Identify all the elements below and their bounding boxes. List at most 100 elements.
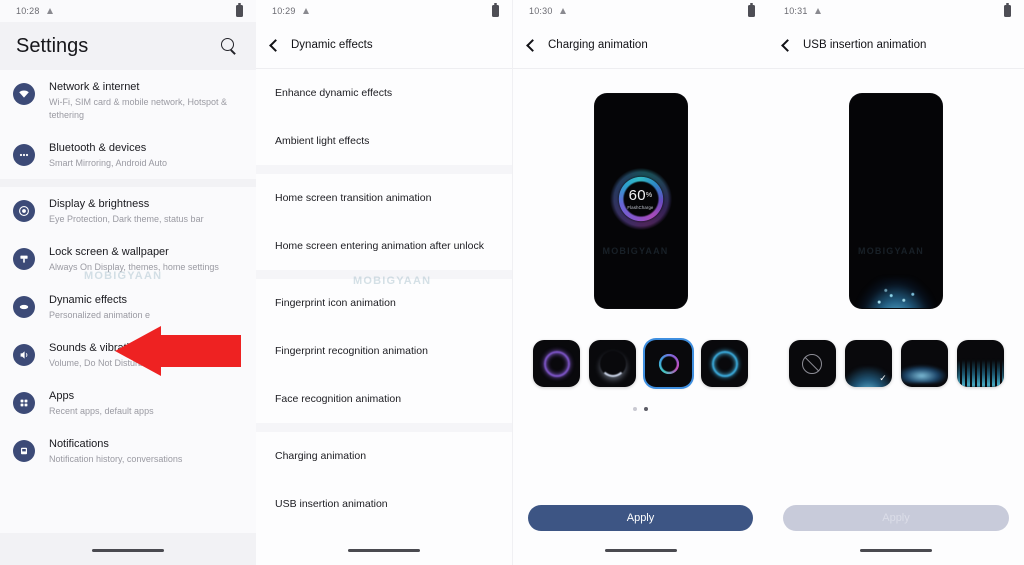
settings-item-subtitle: Wi-Fi, SIM card & mobile network, Hotspo…	[49, 97, 228, 120]
preview-area: MOBIGYAAN	[768, 69, 1024, 308]
sidebar-item-network-internet[interactable]: Network & internet Wi-Fi, SIM card & mob…	[0, 70, 256, 131]
thumbnail-white-arc-style[interactable]	[589, 340, 636, 387]
settings-header: Settings	[0, 22, 256, 70]
panel-dynamic-effects: 10:29 Dynamic effects Enhance dynamic ef…	[256, 0, 512, 565]
thumbnail-cyan-flame-style[interactable]	[956, 340, 1004, 387]
watermark: MOBIGYAAN	[858, 246, 924, 256]
back-chevron-icon[interactable]	[526, 38, 539, 52]
thumbnail-none-style[interactable]	[788, 340, 836, 387]
sub-header: Charging animation	[513, 22, 768, 68]
sidebar-item-display-brightness[interactable]: Display & brightness Eye Protection, Dar…	[0, 187, 256, 235]
multicolor-ring-icon	[654, 349, 683, 378]
sidebar-item-bluetooth-devices[interactable]: Bluetooth & devices Smart Mirroring, And…	[0, 131, 256, 179]
sounds-vibration-icon	[13, 344, 35, 366]
status-bar-left: 10:28	[16, 6, 53, 16]
check-icon: ✓	[879, 373, 887, 383]
status-time: 10:29	[272, 6, 296, 16]
dynamic-effects-icon	[13, 296, 35, 318]
option-enhance-dynamic-effects[interactable]: Enhance dynamic effects	[256, 69, 512, 117]
option-fingerprint-icon-animation[interactable]: Fingerprint icon animation	[256, 279, 512, 327]
status-bar: 10:28	[0, 0, 256, 22]
apply-button-area: Apply	[768, 505, 1024, 531]
settings-item-title: Apps	[49, 390, 75, 402]
notifications-icon	[13, 440, 35, 462]
list-group-divider	[256, 423, 512, 432]
thumbnail-cyan-ring-style[interactable]	[701, 340, 748, 387]
wifi-icon	[13, 83, 35, 105]
usb-spark-particles	[866, 280, 926, 306]
apply-button-area: Apply	[513, 505, 768, 531]
white-arc-icon	[599, 351, 626, 378]
sub-header: USB insertion animation	[768, 22, 1024, 68]
display-brightness-icon	[13, 200, 35, 222]
settings-item-subtitle: Notification history, conversations	[49, 454, 183, 464]
sidebar-item-sounds-vibration[interactable]: Sounds & vibration Volume, Do Not Distur…	[0, 331, 256, 379]
settings-item-text: Sounds & vibration Volume, Do Not Distur…	[49, 341, 168, 370]
apply-button-disabled: Apply	[783, 505, 1009, 531]
options-list: Enhance dynamic effects Ambient light ef…	[256, 69, 512, 528]
settings-item-title: Bluetooth & devices	[49, 142, 147, 154]
option-fingerprint-recognition-animation[interactable]: Fingerprint recognition animation	[256, 327, 512, 375]
sidebar-item-notifications[interactable]: Notifications Notification history, conv…	[0, 427, 256, 475]
battery-icon	[236, 3, 243, 17]
no-animation-icon	[802, 353, 822, 374]
thumbnail-purple-ring-style[interactable]	[533, 340, 580, 387]
bluetooth-devices-icon	[13, 144, 35, 166]
apply-button[interactable]: Apply	[528, 505, 753, 531]
status-time: 10:28	[16, 6, 40, 16]
back-chevron-icon[interactable]	[269, 38, 282, 52]
settings-item-text: Notifications Notification history, conv…	[49, 437, 182, 466]
purple-ring-icon	[543, 350, 570, 377]
settings-item-text: Network & internet Wi-Fi, SIM card & mob…	[49, 80, 242, 122]
settings-item-text: Apps Recent apps, default apps	[49, 389, 154, 418]
settings-item-title: Display & brightness	[49, 198, 150, 210]
settings-item-subtitle: Always On Display, themes, home settings	[49, 262, 219, 272]
option-home-screen-transition-animation[interactable]: Home screen transition animation	[256, 174, 512, 222]
status-bar: 10:29	[256, 0, 512, 22]
thumbnail-multicolor-ring-style[interactable]	[645, 340, 692, 387]
thumbnail-cyan-wave-style[interactable]	[900, 340, 948, 387]
pager-dot[interactable]	[633, 407, 637, 411]
panel-charging-animation: 10:30 Charging animation 60% FlashCharge…	[512, 0, 768, 565]
watermark: MOBIGYAAN	[602, 246, 669, 256]
sidebar-item-lock-screen-wallpaper[interactable]: Lock screen & wallpaper Always On Displa…	[0, 235, 256, 283]
cyan-ring-icon	[711, 350, 738, 377]
page-title: Dynamic effects	[291, 39, 373, 51]
screenshot-strip: 10:28 Settings Network & internet Wi-Fi,…	[0, 0, 1024, 565]
page-title: USB insertion animation	[803, 39, 927, 51]
home-indicator[interactable]	[92, 549, 164, 552]
settings-item-title: Lock screen & wallpaper	[49, 246, 169, 258]
option-usb-insertion-animation[interactable]: USB insertion animation	[256, 480, 512, 528]
percent-number: 60	[628, 187, 646, 204]
option-face-recognition-animation[interactable]: Face recognition animation	[256, 375, 512, 423]
apps-icon	[13, 392, 35, 414]
battery-icon	[1004, 3, 1011, 17]
settings-item-text: Dynamic effects Personalized animation e	[49, 293, 150, 322]
back-chevron-icon[interactable]	[781, 38, 794, 52]
settings-item-title: Dynamic effects	[49, 294, 128, 306]
thumbnail-cyan-particles-style[interactable]: ✓	[844, 340, 892, 387]
settings-item-title: Sounds & vibration	[49, 342, 142, 354]
page-title: Charging animation	[548, 39, 648, 51]
style-thumbnail-list	[513, 340, 768, 387]
home-indicator[interactable]	[348, 549, 420, 552]
panel-usb-insertion-animation: 10:31 USB insertion animation MOBIGYAAN	[768, 0, 1024, 565]
phone-preview: MOBIGYAAN	[850, 94, 942, 308]
option-home-screen-entering-animation[interactable]: Home screen entering animation after unl…	[256, 222, 512, 270]
option-charging-animation[interactable]: Charging animation	[256, 432, 512, 480]
sidebar-item-apps[interactable]: Apps Recent apps, default apps	[0, 379, 256, 427]
cyan-flame-icon	[956, 357, 1004, 387]
list-group-divider	[0, 179, 256, 187]
battery-icon	[748, 3, 755, 17]
sidebar-item-dynamic-effects[interactable]: Dynamic effects Personalized animation e	[0, 283, 256, 331]
flashcharge-label: FlashCharge	[627, 205, 654, 210]
triangle-signal-icon	[302, 8, 309, 14]
pager-dot-active[interactable]	[644, 407, 648, 411]
status-bar: 10:30	[513, 0, 768, 22]
search-icon[interactable]	[220, 37, 238, 55]
home-indicator[interactable]	[860, 549, 932, 552]
home-indicator[interactable]	[604, 549, 677, 552]
option-ambient-light-effects[interactable]: Ambient light effects	[256, 117, 512, 165]
percent-unit: %	[645, 192, 653, 199]
status-bar-left: 10:29	[272, 6, 309, 16]
